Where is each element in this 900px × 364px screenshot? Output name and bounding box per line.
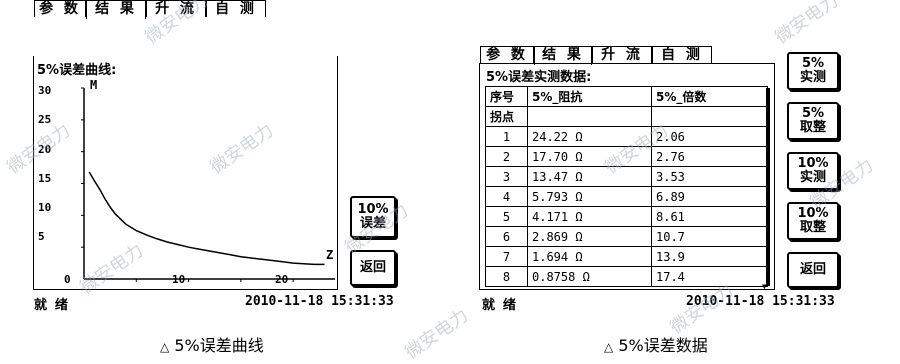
tab-current-right[interactable]: 升 流 — [592, 46, 652, 63]
row-multiple: 3.53 — [651, 166, 768, 187]
caption-right-text: 5%误差数据 — [618, 336, 708, 355]
row-impedance — [527, 106, 652, 127]
round-5pct-button[interactable]: 5% 取整 — [787, 102, 839, 140]
measure-10pct-button[interactable]: 10% 实测 — [787, 152, 839, 190]
row-index: 1 — [485, 126, 528, 147]
row-index: 7 — [485, 246, 528, 267]
row-index: 2 — [485, 146, 528, 167]
row-impedance: 24.22 Ω — [527, 126, 652, 147]
row-multiple: 2.76 — [651, 146, 768, 167]
table-row: 6 2.869 Ω 10.7 — [485, 226, 768, 247]
right-screen: 参 数 结 果 升 流 自 测 5%误差实测数据: 序号 5%_阻抗 5%_倍数… — [0, 0, 900, 320]
row-multiple: 10.7 — [651, 226, 768, 247]
row-index: 8 — [485, 266, 528, 287]
tab-params-right[interactable]: 参 数 — [480, 46, 534, 63]
data-table: 序号 5%_阻抗 5%_倍数 拐点 1 24.22 Ω 2.06 2 17.70… — [485, 86, 768, 287]
row-multiple: 8.61 — [651, 206, 768, 227]
table-header-row: 序号 5%_阻抗 5%_倍数 — [485, 86, 768, 107]
measure-5pct-button[interactable]: 5% 实测 — [787, 52, 839, 90]
table-scrollbar[interactable] — [766, 88, 770, 286]
row-multiple: 13.9 — [651, 246, 768, 267]
measure-5pct-line2: 实测 — [799, 70, 826, 85]
row-impedance: 13.47 Ω — [527, 166, 652, 187]
row-multiple: 17.4 — [651, 266, 768, 287]
table-row: 拐点 — [485, 106, 768, 127]
table-row: 8 0.8758 Ω 17.4 — [485, 266, 768, 287]
row-index: 3 — [485, 166, 528, 187]
measure-5pct-line1: 5% — [801, 56, 825, 71]
status-ready-right: 就 绪 — [482, 298, 516, 313]
back-button-right[interactable]: 返回 — [787, 252, 839, 288]
row-index: 5 — [485, 206, 528, 227]
row-index: 6 — [485, 226, 528, 247]
data-title: 5%误差实测数据: — [486, 70, 592, 85]
table-row: 2 17.70 Ω 2.76 — [485, 146, 768, 167]
row-multiple: 2.06 — [651, 126, 768, 147]
row-impedance: 0.8758 Ω — [527, 266, 652, 287]
round-5pct-line2: 取整 — [799, 120, 826, 135]
table-row: 4 5.793 Ω 6.89 — [485, 186, 768, 207]
row-impedance: 4.171 Ω — [527, 206, 652, 227]
table-row: 7 1.694 Ω 13.9 — [485, 246, 768, 267]
back-button-right-label: 返回 — [799, 262, 826, 277]
table-row: 1 24.22 Ω 2.06 — [485, 126, 768, 147]
row-index: 4 — [485, 186, 528, 207]
triangle-icon: △ — [160, 340, 170, 354]
measure-10pct-line2: 实测 — [799, 170, 826, 185]
scroll-down-arrow-icon[interactable]: ▼ — [762, 283, 767, 291]
datetime-right: 2010-11-18 15:31:33 — [686, 294, 835, 309]
caption-left-text: 5%误差曲线 — [174, 336, 264, 355]
caption-left: △ 5%误差曲线 — [160, 332, 264, 356]
row-impedance: 2.869 Ω — [527, 226, 652, 247]
header-multiple: 5%_倍数 — [651, 86, 768, 107]
row-impedance: 1.694 Ω — [527, 246, 652, 267]
row-multiple — [651, 106, 768, 127]
row-index: 拐点 — [485, 106, 528, 127]
header-index: 序号 — [485, 86, 528, 107]
tab-selftest-right[interactable]: 自 测 — [652, 46, 712, 63]
triangle-icon: △ — [604, 340, 614, 354]
round-10pct-line2: 取整 — [799, 220, 826, 235]
round-5pct-line1: 5% — [801, 106, 825, 121]
row-impedance: 17.70 Ω — [527, 146, 652, 167]
caption-right: △ 5%误差数据 — [604, 332, 708, 356]
row-multiple: 6.89 — [651, 186, 768, 207]
measure-10pct-line1: 10% — [797, 156, 829, 171]
round-10pct-line1: 10% — [797, 206, 829, 221]
row-impedance: 5.793 Ω — [527, 186, 652, 207]
round-10pct-button[interactable]: 10% 取整 — [787, 202, 839, 240]
header-impedance: 5%_阻抗 — [527, 86, 652, 107]
table-row: 5 4.171 Ω 8.61 — [485, 206, 768, 227]
table-row: 3 13.47 Ω 3.53 — [485, 166, 768, 187]
